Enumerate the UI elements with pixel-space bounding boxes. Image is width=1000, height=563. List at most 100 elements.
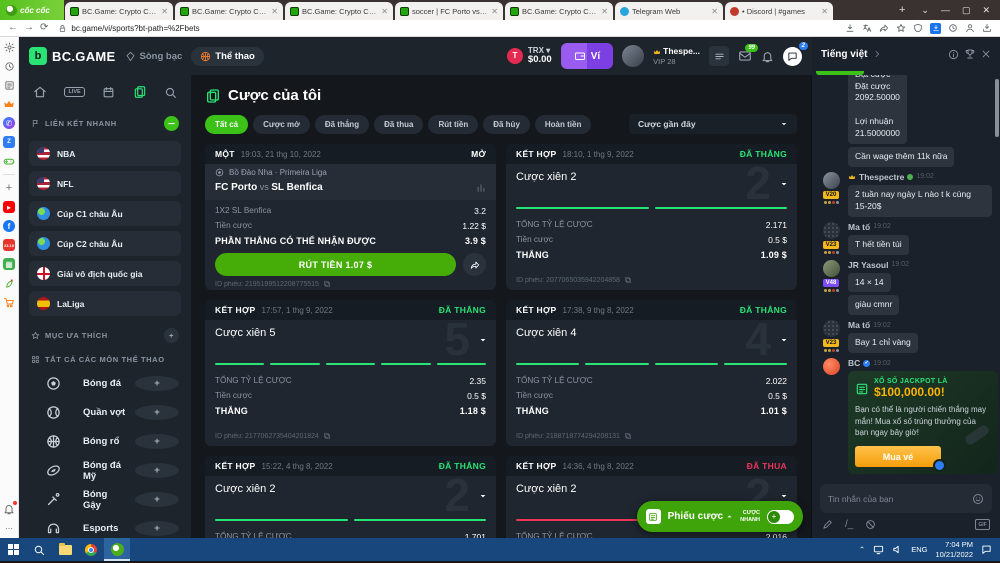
translate-icon[interactable] [862,23,872,33]
filter-pill[interactable]: Tất cả [205,114,249,134]
chat-author-name[interactable]: BC [848,358,860,368]
copy-icon[interactable] [624,432,632,440]
parlay-title-row[interactable]: Cược xiên 55 [205,316,496,362]
filter-pill[interactable]: Cược mở [253,114,310,134]
reload-button[interactable]: ⟳ [40,23,48,33]
share-bet-button[interactable] [463,253,486,276]
chat-avatar[interactable] [822,171,840,189]
clock[interactable]: 7:04 PM 10/21/2022 [935,540,973,560]
profile-icon[interactable] [965,23,975,33]
cashout-button[interactable]: RÚT TIỀN 1.07 $ [215,253,456,276]
tip-icon[interactable] [822,519,833,530]
chat-close-icon[interactable] [981,49,991,59]
notifications-bell-icon[interactable] [3,501,17,515]
user-info[interactable]: Thespe... VIP 28 [653,46,700,65]
browser-tab[interactable]: BC.Game: Crypto Casino ✕ [285,2,393,20]
browser-tab[interactable]: soccer | FC Porto vs SL B✕ [395,2,503,20]
chat-author-name[interactable]: Ma tố [848,222,870,232]
add-favorite-button[interactable]: + [164,328,179,343]
gift-icon[interactable]: ▦ [3,258,15,270]
tab-close-icon[interactable]: ✕ [381,7,388,16]
sidebar-sport-item[interactable]: Bóng đá + [29,369,181,398]
expand-sport-button[interactable]: + [135,463,179,478]
trophy-icon[interactable] [964,48,976,60]
tab-close-icon[interactable]: ✕ [601,7,608,16]
chevron-down-icon[interactable] [780,492,788,500]
nav-casino[interactable]: Sòng bạc [125,51,182,62]
file-explorer-icon[interactable] [52,538,78,561]
browser-tab[interactable]: Telegram Web ✕ [615,2,723,20]
expand-sport-button[interactable]: + [135,434,179,449]
sidebar-quick-link[interactable]: Giải vô địch quốc gia [29,261,181,286]
bet-list-button[interactable] [709,46,729,66]
chat-author-name[interactable]: Thespectre [859,172,904,182]
save-page-icon[interactable] [845,23,855,33]
close-button[interactable]: ✕ [982,5,990,16]
home-icon[interactable] [33,85,47,99]
add-shortcut-icon[interactable]: + [3,182,15,194]
bookmark-star-icon[interactable] [896,23,906,33]
more-icon[interactable]: ⋯ [3,522,15,534]
taskbar-search-icon[interactable] [26,538,52,561]
parlay-title-row[interactable]: Cược xiên 22 [506,160,797,206]
crown-icon[interactable] [3,98,15,110]
calendar-icon[interactable] [102,86,115,99]
volume-icon[interactable] [892,544,903,555]
new-tab-button[interactable]: + [899,4,905,16]
sync-icon[interactable] [948,23,958,33]
filter-pill[interactable]: Rút tiền [428,114,479,134]
plant-icon[interactable] [3,277,15,289]
chat-input-box[interactable] [820,484,992,513]
copy-icon[interactable] [323,432,331,440]
minimize-button[interactable]: — [941,5,950,15]
tab-close-icon[interactable]: ✕ [491,7,498,16]
tab-search-icon[interactable]: ⌄ [921,5,929,16]
expand-sport-button[interactable]: + [135,492,179,507]
chevron-down-icon[interactable] [479,336,487,344]
bcgame-logo[interactable]: b BC.GAME [29,47,116,65]
tab-close-icon[interactable]: ✕ [711,7,718,16]
mute-icon[interactable] [865,519,876,530]
downloads-tray-icon[interactable] [982,23,992,33]
sale-2310-icon[interactable]: 23.10 [3,239,15,251]
coccoc-brand[interactable]: cốc cốc [0,0,64,20]
maximize-button[interactable]: ▢ [962,5,971,16]
user-avatar[interactable] [622,45,645,67]
quick-bet-toggle[interactable]: + [767,509,794,524]
parlay-title-row[interactable]: Cược xiên 44 [506,316,797,362]
sidebar-quick-link[interactable]: NFL [29,171,181,196]
sidebar-sport-item[interactable]: Quần vợt + [29,398,181,427]
filter-pill[interactable]: Đã thắng [314,114,370,134]
live-icon[interactable]: LIVE [64,87,85,97]
my-bets-icon[interactable] [133,85,147,99]
nav-sports[interactable]: Thể thao [191,46,264,66]
chevron-down-icon[interactable] [479,492,487,500]
shield-icon[interactable] [913,23,923,33]
collapse-quick-links-button[interactable] [164,116,179,131]
settings-icon[interactable] [3,41,15,53]
buy-ticket-button[interactable]: Mua vé [855,446,941,467]
messenger-icon[interactable]: ✆ [3,117,15,129]
sort-dropdown[interactable]: Cược gần đây [629,114,797,134]
history-icon[interactable] [3,60,15,72]
gif-icon[interactable]: GIF [975,519,990,530]
chevron-down-icon[interactable] [780,336,788,344]
tab-close-icon[interactable]: ✕ [271,7,278,16]
reading-list-icon[interactable] [3,79,15,91]
sidebar-sport-item[interactable]: Bóng đá Mỹ + [29,456,181,485]
copy-icon[interactable] [323,280,331,288]
chat-avatar[interactable] [822,320,840,338]
bet-match-row[interactable]: FC Porto vs SL Benfica [205,179,496,200]
emoji-icon[interactable] [972,493,984,505]
network-icon[interactable] [873,544,884,555]
betslip-button[interactable]: Phiếu cược CƯỢC NHANH + [636,501,803,532]
copy-icon[interactable] [624,276,632,284]
chat-avatar[interactable] [822,221,840,239]
start-button[interactable] [0,538,26,561]
cart-icon[interactable] [3,296,15,308]
share-icon[interactable] [879,23,889,33]
action-center-icon[interactable] [981,544,992,555]
browser-tab[interactable]: BC.Game: Crypto Casino ✕ [175,2,283,20]
mail-icon[interactable]: 99 [738,44,758,63]
chat-avatar[interactable] [822,259,840,277]
